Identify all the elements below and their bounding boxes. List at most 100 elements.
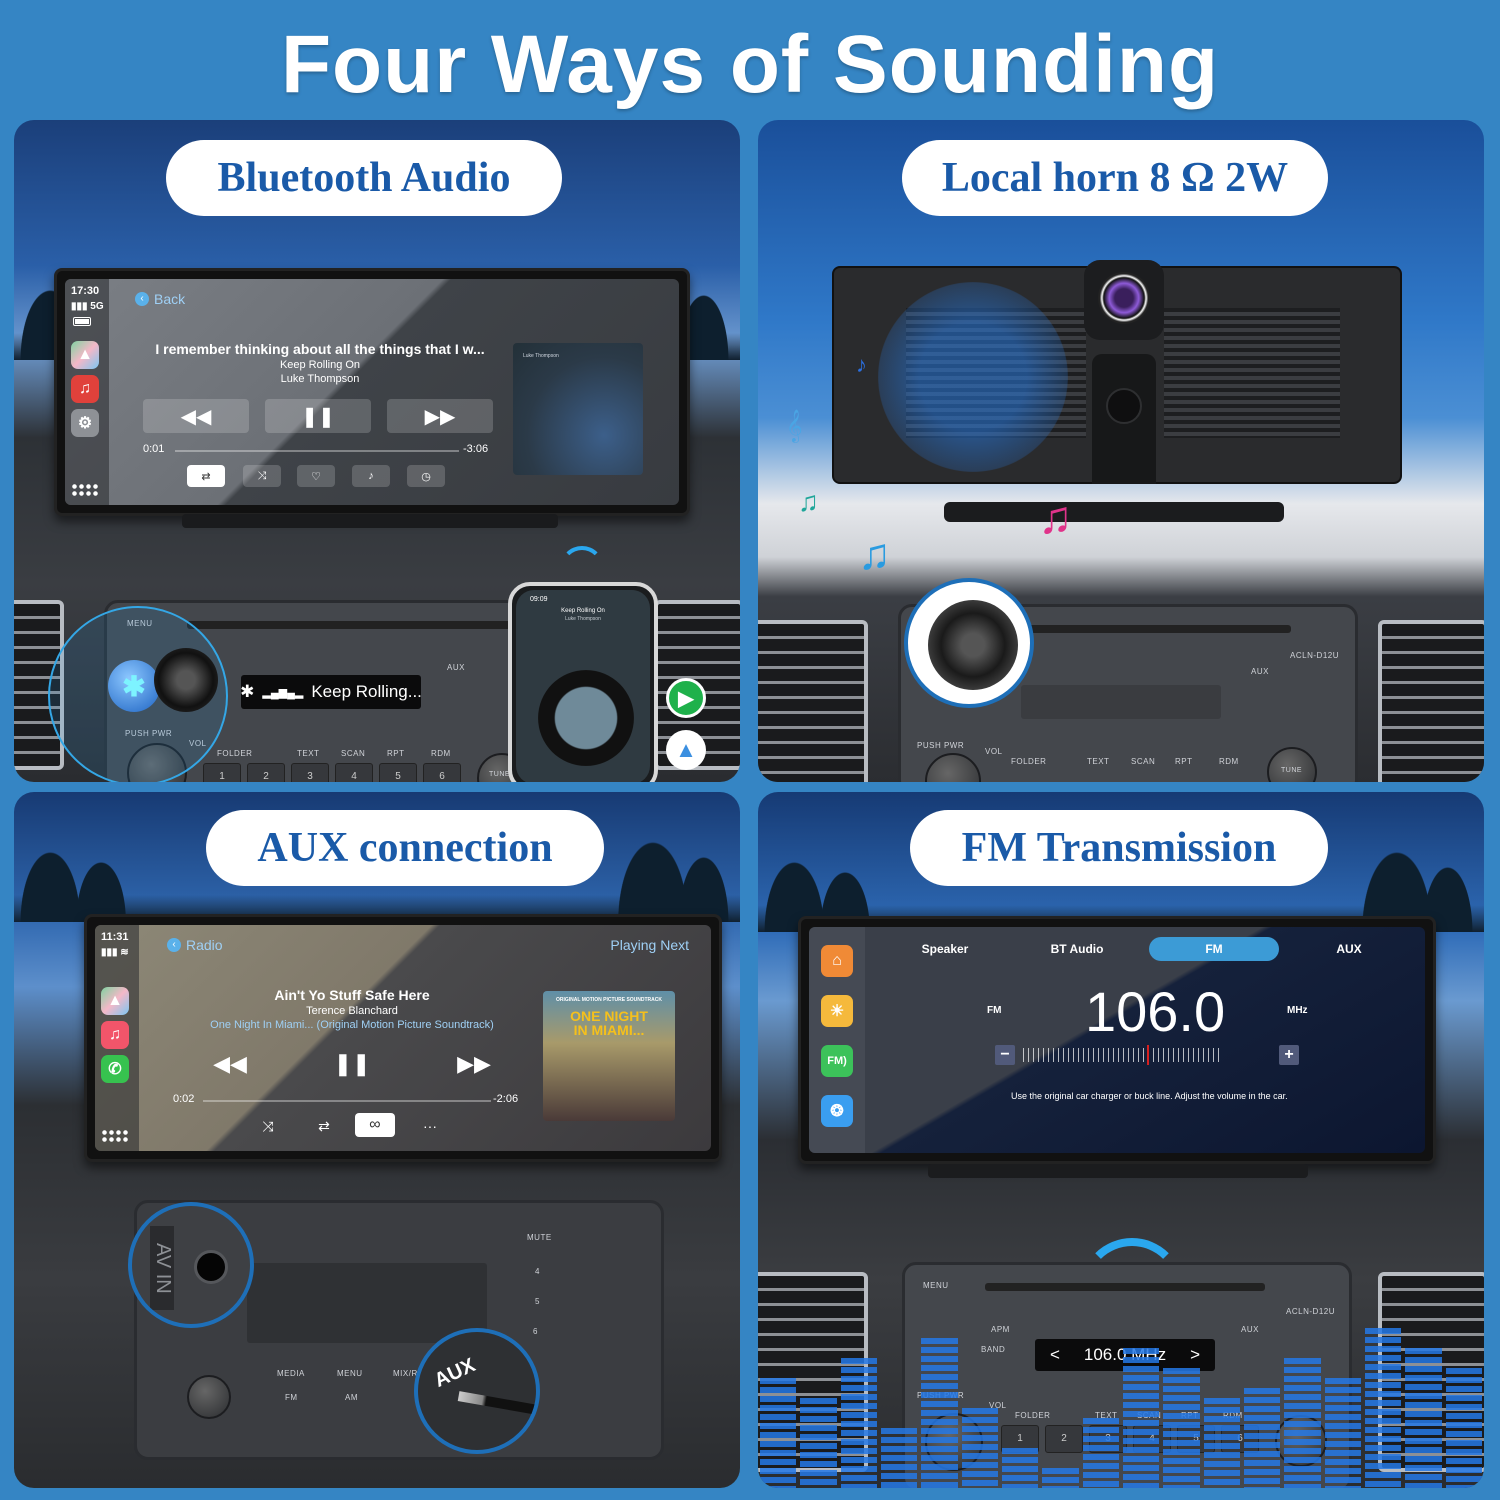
frequency-plus-button[interactable]: + bbox=[1279, 1045, 1299, 1065]
aux-plug-callout: AUX bbox=[414, 1328, 540, 1454]
air-vent-right bbox=[1378, 620, 1484, 782]
preset-2[interactable]: 2 bbox=[1045, 1425, 1083, 1453]
remaining-time: -3:06 bbox=[463, 443, 489, 455]
preset-4[interactable]: 4 bbox=[335, 763, 373, 782]
aux-label: AUX bbox=[431, 1354, 479, 1392]
wireless-signal-icon bbox=[560, 546, 604, 590]
device-rear bbox=[832, 260, 1402, 484]
equalizer-bar bbox=[1002, 1448, 1039, 1488]
bluetooth-speaker-callout: ✱ bbox=[48, 606, 228, 782]
shuffle-icon: ⤨ bbox=[257, 469, 267, 482]
pause-button[interactable]: ❚❚ bbox=[265, 399, 371, 433]
progress-track[interactable] bbox=[203, 1100, 491, 1102]
camera-lens-icon bbox=[1098, 272, 1150, 324]
tune-knob[interactable]: TUNE bbox=[1267, 747, 1317, 782]
app-grid-icon[interactable] bbox=[71, 483, 99, 497]
aux-cable-icon bbox=[457, 1391, 536, 1415]
lcd-prev-icon: < bbox=[1049, 1345, 1060, 1364]
equalizer-bar bbox=[760, 1378, 797, 1488]
frequency-minus-button[interactable]: − bbox=[995, 1045, 1015, 1065]
phone-app-icon[interactable]: ✆ bbox=[101, 1055, 129, 1083]
equalizer-bar bbox=[921, 1338, 958, 1488]
panel-label-fm: FM Transmission bbox=[910, 810, 1328, 886]
shuffle-button[interactable]: ⤨ bbox=[253, 1115, 283, 1137]
pause-button[interactable]: ❚❚ bbox=[327, 1047, 377, 1081]
tab-bt-audio[interactable]: BT Audio bbox=[1027, 937, 1127, 961]
netease-music-app-icon[interactable]: ♫ bbox=[71, 375, 99, 403]
album-name: One Night In Miami... (Original Motion P… bbox=[210, 1019, 494, 1031]
music-style-button[interactable]: ♪ bbox=[352, 465, 390, 487]
rewind-button[interactable]: ◀◀ bbox=[143, 399, 249, 433]
back-button[interactable]: ‹ Radio bbox=[167, 937, 223, 953]
phone-artist: Luke Thompson bbox=[565, 616, 601, 622]
menu-label: MENU bbox=[337, 1369, 363, 1378]
mount-arm bbox=[1092, 354, 1156, 484]
back-label: Back bbox=[154, 291, 186, 307]
clock-icon: ◷ bbox=[421, 470, 431, 483]
autoplay-button[interactable]: ∞ bbox=[355, 1113, 395, 1137]
brightness-app-icon[interactable]: ☀ bbox=[821, 995, 853, 1027]
fast-forward-button[interactable]: ▶▶ bbox=[449, 1047, 499, 1081]
shuffle-button[interactable]: ⤨ bbox=[243, 465, 281, 487]
camera-app-icon[interactable]: ❂ bbox=[821, 1095, 853, 1127]
app-grid-icon[interactable] bbox=[101, 1129, 129, 1143]
carplay-device: 17:30 ▮▮▮ 5G ▲ ♫ ⚙ ‹ Back I remember thi… bbox=[54, 268, 690, 516]
smartphone: 09:09 Keep Rolling On Luke Thompson bbox=[508, 582, 658, 782]
panel-bluetooth-audio: Bluetooth Audio 17:30 ▮▮▮ 5G ▲ ♫ ⚙ ‹ Bac… bbox=[14, 120, 740, 782]
tuner-scale[interactable] bbox=[1023, 1048, 1223, 1062]
folder-label: FOLDER bbox=[1015, 1411, 1051, 1420]
device-screen-fm: ⌂ ☀ FM) ❂ Speaker BT Audio FM AUX FM 106… bbox=[798, 916, 1436, 1164]
tab-aux[interactable]: AUX bbox=[1309, 937, 1389, 961]
tuner-needle[interactable] bbox=[1147, 1045, 1149, 1065]
repeat-button[interactable]: ⇄ bbox=[187, 465, 225, 487]
stereo-model: ACLN-D12U bbox=[1286, 1307, 1335, 1316]
repeat-icon: ⇄ bbox=[318, 1117, 330, 1134]
text-label: TEXT bbox=[297, 749, 320, 758]
fm-label: FM bbox=[285, 1393, 298, 1402]
more-button[interactable]: ··· bbox=[415, 1115, 445, 1137]
preset-3[interactable]: 3 bbox=[291, 763, 329, 782]
device-base bbox=[928, 1164, 1308, 1178]
preset-1[interactable]: 1 bbox=[203, 763, 241, 782]
stereo-model: ACLN-D12U bbox=[1290, 651, 1339, 660]
rewind-button[interactable]: ◀◀ bbox=[205, 1047, 255, 1081]
heart-icon: ♡ bbox=[311, 470, 321, 483]
tune-label: TUNE bbox=[1281, 767, 1303, 774]
device-base bbox=[182, 514, 558, 528]
equalizer-bar bbox=[1123, 1348, 1160, 1488]
history-button[interactable]: ◷ bbox=[407, 465, 445, 487]
lcd-text: Keep Rolling... bbox=[311, 682, 422, 701]
home-app-icon[interactable]: ⌂ bbox=[821, 945, 853, 977]
music-app-icon[interactable]: ♫ bbox=[101, 1021, 129, 1049]
repeat-button[interactable]: ⇄ bbox=[309, 1115, 339, 1137]
equalizer-bar bbox=[1284, 1358, 1321, 1488]
frequency-readout: 106.0 bbox=[1085, 980, 1226, 1043]
progress-track[interactable] bbox=[175, 450, 459, 452]
treble-clef-icon: 𝄞 bbox=[786, 410, 803, 441]
tab-fm[interactable]: FM bbox=[1149, 937, 1279, 961]
equalizer-bar bbox=[1082, 1418, 1119, 1488]
preset-6[interactable]: 6 bbox=[423, 763, 461, 782]
equalizer-bar bbox=[1405, 1348, 1442, 1488]
carplay-dock: 17:30 ▮▮▮ 5G ▲ ♫ ⚙ bbox=[65, 279, 109, 505]
elapsed-time: 0:01 bbox=[143, 443, 165, 455]
carplay-screen: 11:31 ▮▮▮ ≋ ▲ ♫ ✆ ‹ Radio Playing Next A… bbox=[95, 925, 711, 1151]
power-knob[interactable] bbox=[187, 1375, 231, 1419]
repeat-icon: ⇄ bbox=[201, 470, 211, 483]
tab-speaker[interactable]: Speaker bbox=[895, 937, 995, 961]
volume-knob[interactable] bbox=[925, 753, 981, 782]
back-button[interactable]: ‹ Back bbox=[135, 291, 185, 307]
pause-icon: ❚❚ bbox=[333, 1051, 371, 1076]
maps-app-icon[interactable]: ▲ bbox=[71, 341, 99, 369]
favorite-button[interactable]: ♡ bbox=[297, 465, 335, 487]
preset-2[interactable]: 2 bbox=[247, 763, 285, 782]
music-note-icon: ♪ bbox=[856, 352, 867, 377]
fast-forward-button[interactable]: ▶▶ bbox=[387, 399, 493, 433]
equalizer-bar bbox=[1365, 1328, 1402, 1488]
settings-app-icon[interactable]: ⚙ bbox=[71, 409, 99, 437]
maps-app-icon[interactable]: ▲ bbox=[101, 987, 129, 1015]
playing-next-link[interactable]: Playing Next bbox=[610, 937, 689, 953]
preset-5[interactable]: 5 bbox=[379, 763, 417, 782]
level-bars-icon: ▂▄▆▄▂ bbox=[262, 686, 304, 699]
fm-app-icon[interactable]: FM) bbox=[821, 1045, 853, 1077]
